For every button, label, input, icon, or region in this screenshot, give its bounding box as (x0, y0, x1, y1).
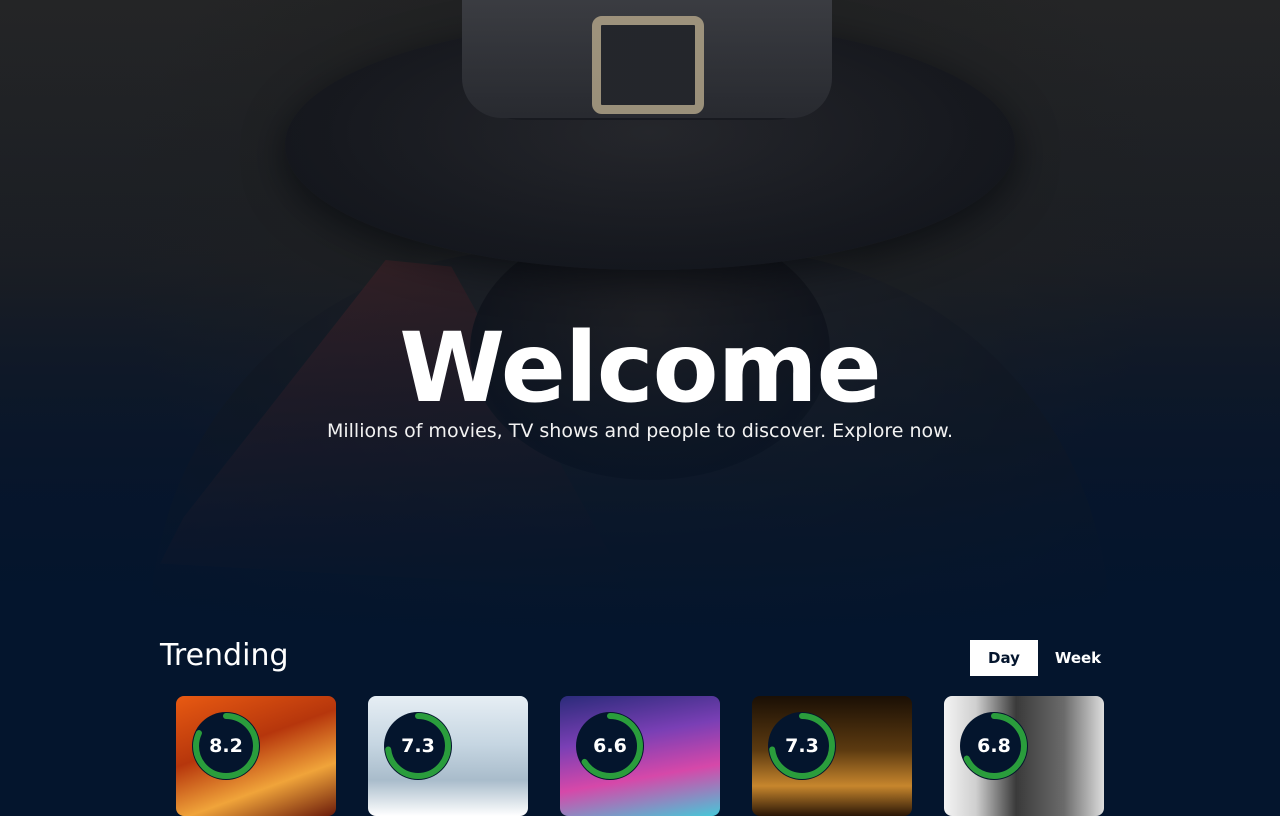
rating-badge: 6.8 (958, 710, 1030, 782)
rating-value: 7.3 (785, 735, 819, 757)
hero-banner: Welcome Millions of movies, TV shows and… (0, 0, 1280, 640)
rating-value: 6.6 (593, 735, 627, 757)
movie-card[interactable]: 7.3 (368, 696, 528, 816)
rating-value: 7.3 (401, 735, 435, 757)
trending-section-title: Trending (160, 638, 289, 673)
rating-badge: 8.2 (190, 710, 262, 782)
trending-carousel: 8.2 7.3 6.6 7.3 6.8 (176, 696, 1116, 816)
movie-card[interactable]: 6.6 (560, 696, 720, 816)
rating-value: 6.8 (977, 735, 1011, 757)
movie-card[interactable]: 7.3 (752, 696, 912, 816)
rating-badge: 6.6 (574, 710, 646, 782)
tab-week[interactable]: Week (1044, 640, 1112, 676)
trending-time-switch[interactable]: Day Week (970, 640, 1120, 676)
rating-value: 8.2 (209, 735, 243, 757)
movie-card[interactable]: 8.2 (176, 696, 336, 816)
tab-day[interactable]: Day (970, 640, 1038, 676)
hero-subtitle: Millions of movies, TV shows and people … (326, 420, 954, 442)
hero-content: Welcome Millions of movies, TV shows and… (0, 318, 1280, 442)
movie-card[interactable]: 6.8 (944, 696, 1104, 816)
hero-title: Welcome (399, 312, 881, 424)
rating-badge: 7.3 (382, 710, 454, 782)
rating-badge: 7.3 (766, 710, 838, 782)
